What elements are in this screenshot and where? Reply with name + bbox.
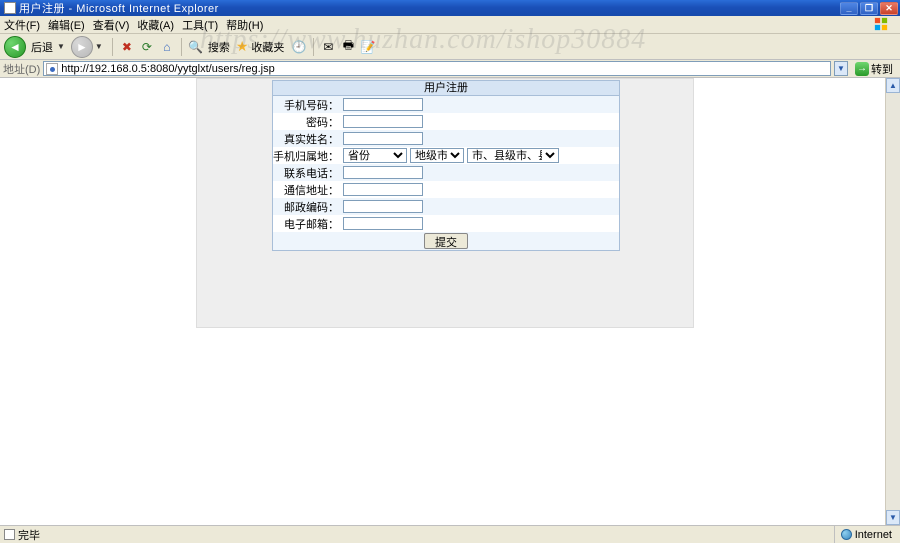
row-contact: 联系电话： (273, 164, 619, 181)
scroll-track[interactable] (886, 93, 900, 510)
menu-view[interactable]: 查看(V) (93, 17, 130, 33)
location-label: 手机归属地： (273, 148, 341, 164)
close-button[interactable]: ✕ (880, 2, 898, 15)
maximize-button[interactable]: ❐ (860, 2, 878, 15)
search-icon[interactable]: 🔍 (187, 38, 205, 56)
menu-bar: 文件(F) 编辑(E) 查看(V) 收藏(A) 工具(T) 帮助(H) (0, 16, 900, 34)
page-icon (4, 2, 16, 14)
mail-icon[interactable]: ✉ (319, 38, 337, 56)
internet-zone-icon (841, 529, 852, 540)
content-area: 用户注册 手机号码： 密码： 真实姓名： 手机归属地： 省份 (0, 78, 885, 525)
search-label[interactable]: 搜索 (208, 39, 230, 55)
county-select[interactable]: 市、县级市、县 (467, 148, 559, 163)
print-icon[interactable]: 🖶 (339, 38, 357, 56)
back-label[interactable]: 后退 (31, 39, 53, 55)
address-label-form: 通信地址： (273, 182, 341, 198)
phone-input[interactable] (343, 98, 423, 111)
page-viewport: 用户注册 手机号码： 密码： 真实姓名： 手机归属地： 省份 (0, 78, 900, 525)
go-button[interactable]: → 转到 (851, 61, 897, 77)
row-submit: 提交 (273, 232, 619, 250)
realname-input[interactable] (343, 132, 423, 145)
scroll-down-icon[interactable]: ▼ (886, 510, 900, 525)
favorites-icon[interactable]: ★ (236, 38, 249, 55)
go-arrow-icon: → (855, 62, 869, 76)
status-bar: 完毕 Internet (0, 525, 900, 543)
url-page-icon (46, 63, 58, 75)
postal-input[interactable] (343, 200, 423, 213)
address-input-form[interactable] (343, 183, 423, 196)
status-zone-text: Internet (855, 529, 892, 541)
toolbar-separator (181, 38, 182, 56)
toolbar: ◄ 后退 ▼ ► ▼ ✖ ⟳ ⌂ 🔍 搜索 ★ 收藏夹 🕘 ✉ 🖶 📝 (0, 34, 900, 60)
stop-icon[interactable]: ✖ (118, 38, 136, 56)
favorites-label[interactable]: 收藏夹 (251, 39, 284, 55)
forward-dropdown-icon[interactable]: ▼ (95, 42, 103, 51)
window-title: 用户注册 - Microsoft Internet Explorer (19, 0, 840, 16)
contact-label: 联系电话： (273, 165, 341, 181)
status-page-icon (4, 529, 15, 540)
history-icon[interactable]: 🕘 (290, 38, 308, 56)
window-titlebar: 用户注册 - Microsoft Internet Explorer _ ❐ ✕ (0, 0, 900, 16)
city-select[interactable]: 地级市 (410, 148, 464, 163)
email-input[interactable] (343, 217, 423, 230)
toolbar-separator (313, 38, 314, 56)
password-label: 密码： (273, 114, 341, 130)
address-bar: 地址(D) ▼ → 转到 (0, 60, 900, 78)
contact-input[interactable] (343, 166, 423, 179)
form-title: 用户注册 (273, 81, 619, 96)
address-input[interactable] (61, 62, 828, 75)
toolbar-separator (112, 38, 113, 56)
menu-edit[interactable]: 编辑(E) (48, 17, 85, 33)
menu-favorites[interactable]: 收藏(A) (137, 17, 174, 33)
row-phone: 手机号码： (273, 96, 619, 113)
edit-icon[interactable]: 📝 (359, 38, 377, 56)
address-input-wrap[interactable] (43, 61, 831, 76)
window-buttons: _ ❐ ✕ (840, 2, 898, 15)
submit-button[interactable]: 提交 (424, 233, 468, 249)
row-realname: 真实姓名： (273, 130, 619, 147)
scroll-up-icon[interactable]: ▲ (886, 78, 900, 93)
password-input[interactable] (343, 115, 423, 128)
address-dropdown-icon[interactable]: ▼ (834, 61, 848, 76)
address-label: 地址(D) (3, 61, 40, 77)
row-address: 通信地址： (273, 181, 619, 198)
row-email: 电子邮箱： (273, 215, 619, 232)
status-right: Internet (834, 526, 900, 543)
row-password: 密码： (273, 113, 619, 130)
email-label: 电子邮箱： (273, 216, 341, 232)
windows-logo-icon (872, 16, 890, 32)
realname-label: 真实姓名： (273, 131, 341, 147)
phone-label: 手机号码： (273, 97, 341, 113)
back-button[interactable]: ◄ (4, 36, 26, 58)
row-location: 手机归属地： 省份 地级市 市、县级市、县 (273, 147, 619, 164)
home-icon[interactable]: ⌂ (158, 38, 176, 56)
back-dropdown-icon[interactable]: ▼ (57, 42, 65, 51)
status-left: 完毕 (0, 527, 834, 543)
menu-tools[interactable]: 工具(T) (182, 17, 218, 33)
row-postal: 邮政编码： (273, 198, 619, 215)
go-label: 转到 (871, 61, 893, 77)
province-select[interactable]: 省份 (343, 148, 407, 163)
status-done-text: 完毕 (18, 527, 40, 543)
refresh-icon[interactable]: ⟳ (138, 38, 156, 56)
menu-help[interactable]: 帮助(H) (226, 17, 263, 33)
menu-file[interactable]: 文件(F) (4, 17, 40, 33)
registration-form: 用户注册 手机号码： 密码： 真实姓名： 手机归属地： 省份 (272, 80, 620, 251)
forward-button: ► (71, 36, 93, 58)
vertical-scrollbar[interactable]: ▲ ▼ (885, 78, 900, 525)
postal-label: 邮政编码： (273, 199, 341, 215)
minimize-button[interactable]: _ (840, 2, 858, 15)
